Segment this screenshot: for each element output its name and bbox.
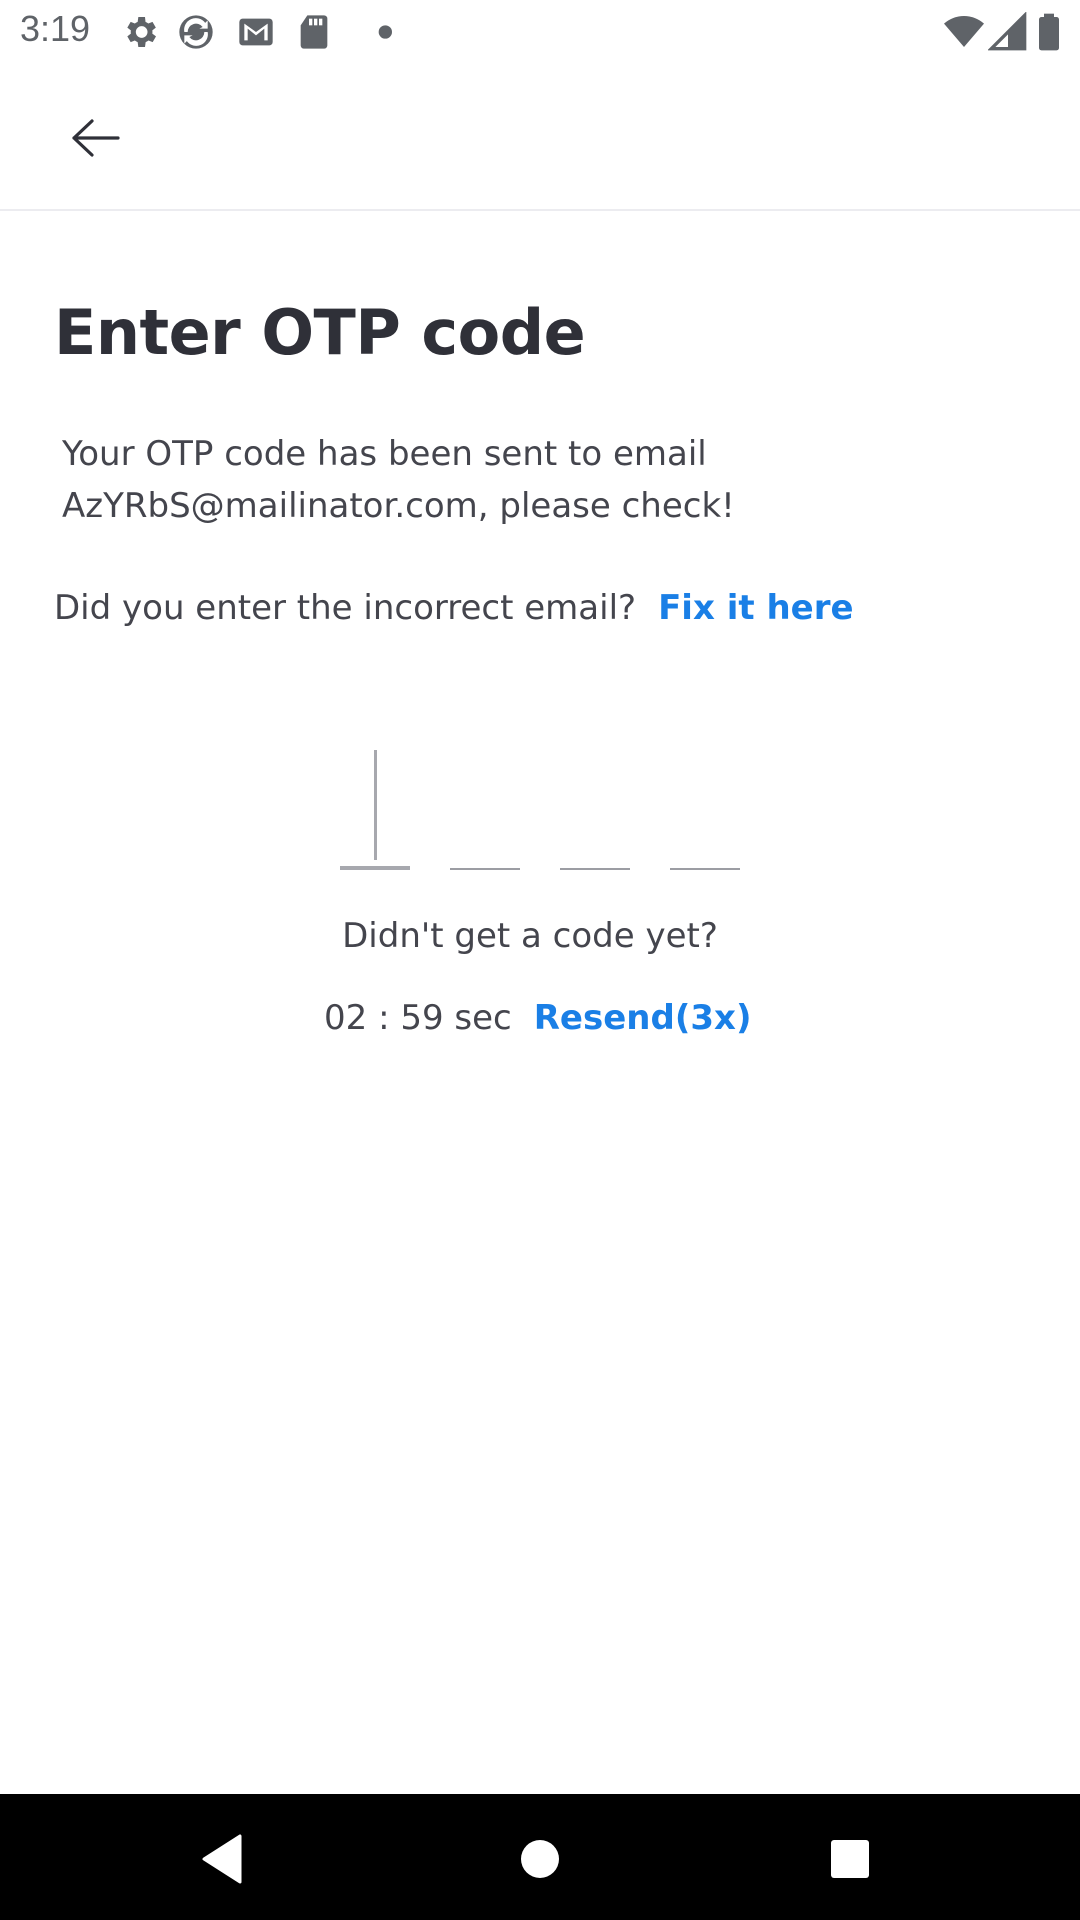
incorrect-email-question: Did you enter the incorrect email?: [54, 588, 637, 628]
incorrect-email-row: Did you enter the incorrect email? Fix i…: [54, 588, 854, 628]
otp-screen: 3:19 Enter OTP code Your OTP code has be…: [0, 0, 1080, 1920]
app-bar: [0, 64, 1080, 211]
back-triangle-icon: [202, 1834, 242, 1884]
signal-icon: [988, 12, 1028, 52]
battery-icon: [1034, 12, 1064, 52]
system-nav-bar: [0, 1794, 1080, 1920]
gmail-icon: [236, 12, 276, 52]
sync-icon: [176, 12, 216, 52]
otp-sent-info: Your OTP code has been sent to email AzY…: [62, 428, 1022, 532]
nav-recents-button[interactable]: [815, 1824, 885, 1894]
fix-email-link[interactable]: Fix it here: [658, 588, 853, 628]
nav-back-button[interactable]: [190, 1824, 260, 1894]
otp-digit-1[interactable]: [340, 740, 410, 870]
arrow-left-icon: [72, 119, 120, 157]
home-circle-icon: [521, 1840, 559, 1878]
resend-link[interactable]: Resend(3x): [534, 998, 752, 1038]
status-time: 3:19: [20, 8, 91, 49]
otp-digit-2[interactable]: [450, 740, 520, 870]
otp-underline: [560, 868, 630, 870]
countdown-timer: 02 : 59 sec: [324, 998, 512, 1038]
no-code-text: Didn't get a code yet?: [342, 916, 718, 956]
otp-underline: [670, 868, 740, 870]
back-button[interactable]: [60, 110, 130, 166]
dot-icon: [352, 12, 392, 52]
page-title: Enter OTP code: [54, 296, 586, 369]
status-bar: 3:19: [0, 0, 1080, 64]
otp-underline: [450, 868, 520, 870]
otp-sent-line2: AzYRbS@mailinator.com, please check!: [62, 486, 735, 526]
sd-card-icon: [294, 12, 334, 52]
text-caret: [374, 750, 377, 860]
nav-home-button[interactable]: [505, 1824, 575, 1894]
otp-digit-4[interactable]: [670, 740, 740, 870]
otp-sent-line1: Your OTP code has been sent to email: [62, 434, 707, 474]
otp-underline: [340, 866, 410, 870]
otp-digit-3[interactable]: [560, 740, 630, 870]
gear-icon: [120, 12, 160, 52]
resend-row: 02 : 59 sec Resend(3x): [324, 998, 751, 1038]
wifi-icon: [942, 12, 986, 52]
recents-square-icon: [831, 1840, 869, 1878]
